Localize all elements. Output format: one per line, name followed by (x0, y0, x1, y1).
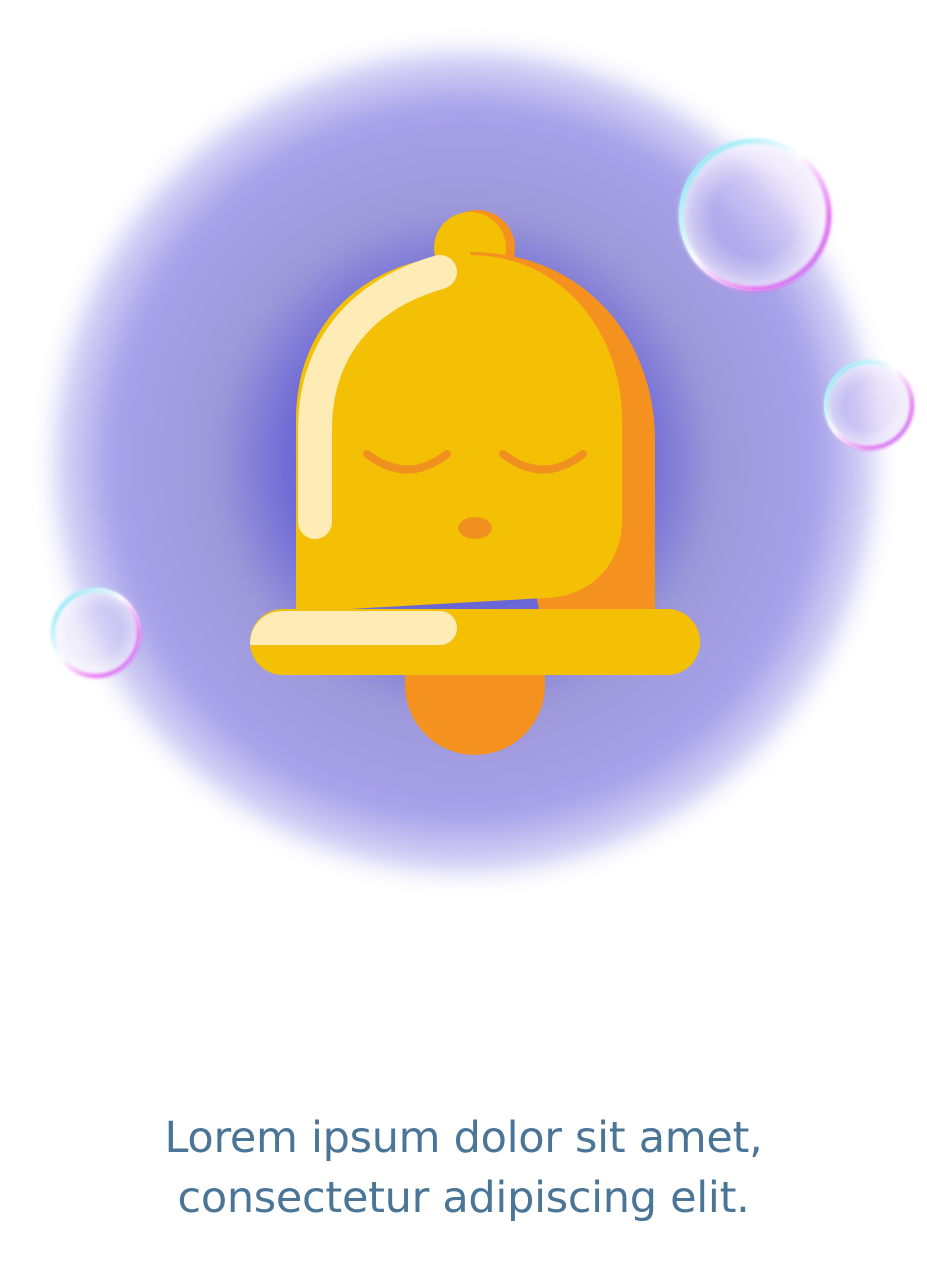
bell-illustration-svg (33, 30, 914, 894)
bubble-medium (824, 360, 914, 450)
bubble-small (51, 588, 141, 678)
empty-state-caption: Lorem ipsum dolor sit amet, consectetur … (0, 1108, 927, 1228)
empty-state-illustration (0, 0, 927, 960)
caption-line-2: consectetur adipiscing elit. (177, 1173, 750, 1223)
caption-line-1: Lorem ipsum dolor sit amet, (164, 1113, 763, 1163)
bubble-large (678, 138, 832, 292)
